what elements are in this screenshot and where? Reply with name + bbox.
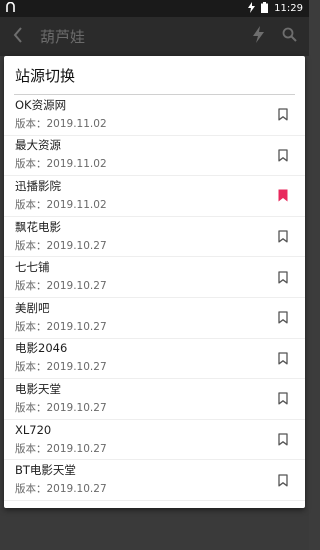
list-item[interactable]: 美剧吧版本：2019.10.27	[4, 298, 305, 339]
overlay-backdrop[interactable]	[0, 508, 309, 550]
source-texts: 最大资源版本：2019.11.02	[15, 138, 275, 172]
bookmark-icon[interactable]	[275, 271, 291, 284]
source-texts: 七七铺版本：2019.10.27	[15, 260, 275, 294]
bookmark-icon[interactable]	[275, 311, 291, 324]
source-texts: 飘花电影版本：2019.10.27	[15, 220, 275, 254]
list-item[interactable]: 电影天堂版本：2019.10.27	[4, 379, 305, 420]
bookmark-icon[interactable]	[275, 352, 291, 365]
flash-icon	[248, 1, 256, 16]
source-texts: BT电影天堂版本：2019.10.27	[15, 463, 275, 497]
source-version: 版本：2019.10.27	[15, 401, 107, 414]
search-icon[interactable]	[282, 27, 297, 46]
source-name: 电影天堂	[15, 381, 61, 396]
list-item[interactable]: OK资源网版本：2019.11.02	[4, 95, 305, 136]
source-texts: 美剧吧版本：2019.10.27	[15, 301, 275, 335]
battery-icon	[261, 1, 269, 16]
source-version: 版本：2019.10.27	[15, 483, 107, 496]
source-name: 飘花电影	[15, 219, 61, 234]
flash-icon[interactable]	[253, 26, 264, 47]
app-title: 葫芦娃	[40, 28, 86, 46]
notification-icon	[6, 1, 15, 15]
source-version: 版本：2019.10.27	[15, 320, 107, 333]
source-texts: 迅播影院版本：2019.11.02	[15, 179, 275, 213]
bookmark-icon[interactable]	[275, 433, 291, 446]
source-name: 电影2046	[15, 341, 68, 356]
list-item[interactable]: 迅播影院版本：2019.11.02	[4, 176, 305, 217]
list-item[interactable]: 最大资源版本：2019.11.02	[4, 136, 305, 177]
source-texts: 电影天堂版本：2019.10.27	[15, 382, 275, 416]
list-item[interactable]: BT电影天堂版本：2019.10.27	[4, 460, 305, 501]
source-version: 版本：2019.10.27	[15, 442, 107, 455]
list-item[interactable]: 电影2046 版本：2019.10.27	[4, 339, 305, 380]
source-name: 七七铺	[15, 260, 50, 275]
app-toolbar: 葫芦娃	[0, 17, 309, 56]
bookmark-icon[interactable]	[275, 473, 291, 487]
source-name: 最大资源	[15, 138, 61, 153]
status-time: 11:29	[274, 3, 303, 14]
dialog-title: 站源切换	[15, 66, 76, 85]
source-version: 版本：2019.10.27	[15, 280, 107, 293]
source-switch-dialog: 站源切换 OK资源网 版本：2019.11.02 最大资源 版本：2019.11.02…	[4, 56, 305, 508]
source-version: 版本：2019.11.02	[15, 117, 107, 130]
source-texts: XL720 版本：2019.10.27	[15, 423, 275, 457]
list-item[interactable]: XL720 版本：2019.10.27	[4, 420, 305, 461]
bookmark-icon[interactable]	[275, 392, 291, 405]
source-name: 迅播影院	[15, 178, 61, 193]
bookmark-icon[interactable]	[275, 189, 291, 202]
bookmark-icon[interactable]	[275, 230, 291, 243]
status-bar: 11:29	[0, 0, 309, 17]
source-version: 版本：2019.10.27	[15, 361, 107, 374]
bookmark-icon[interactable]	[275, 108, 291, 121]
source-name: XL720	[15, 422, 52, 437]
bookmark-icon[interactable]	[275, 149, 291, 162]
source-name: BT电影天堂	[15, 463, 76, 478]
source-name: 美剧吧	[15, 300, 50, 315]
back-button[interactable]	[0, 26, 36, 47]
back-arrow-icon	[13, 26, 23, 47]
source-list: OK资源网 版本：2019.11.02 最大资源 版本：2019.11.02 迅播影院版…	[4, 95, 305, 501]
source-texts: OK资源网版本：2019.11.02	[15, 98, 275, 132]
list-item[interactable]: 飘花电影版本：2019.10.27	[4, 217, 305, 258]
source-name: OK资源网	[15, 97, 67, 112]
source-version: 版本：2019.11.02	[15, 158, 107, 171]
source-version: 版本：2019.11.02	[15, 198, 107, 211]
list-item[interactable]: 七七铺版本：2019.10.27	[4, 257, 305, 298]
source-texts: 电影2046 版本：2019.10.27	[15, 341, 275, 375]
source-version: 版本：2019.10.27	[15, 239, 107, 252]
